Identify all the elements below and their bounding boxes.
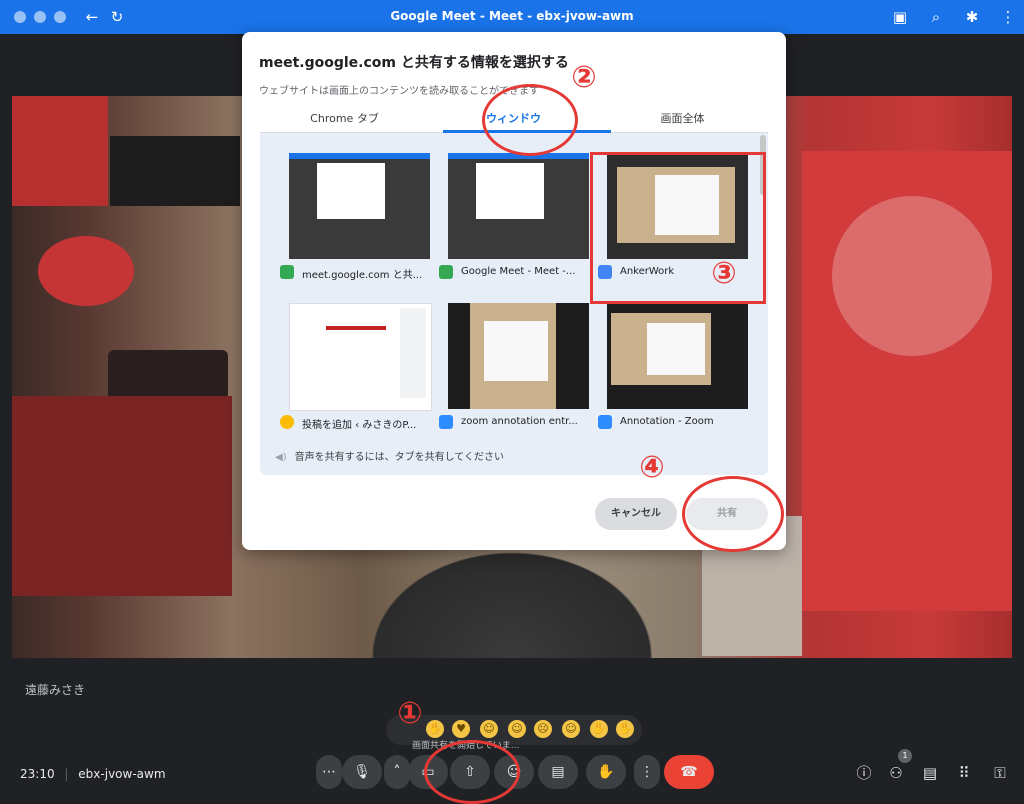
window-title: Google Meet - Meet - ebx-jvow-awm — [390, 9, 634, 23]
highlight-ring — [682, 476, 784, 552]
chrome-icon — [280, 415, 294, 429]
zoom-icon[interactable]: ⌕ — [926, 7, 946, 27]
more-vert-icon[interactable]: ⋮ — [998, 7, 1018, 27]
window-label: zoom annotation entr... — [461, 416, 578, 427]
camera-options-button[interactable]: ˄ — [384, 755, 410, 789]
audio-note: ◀) 音声を共有するには、タブを共有してください — [275, 448, 504, 463]
reaction-emoji[interactable]: ✋ — [616, 720, 634, 738]
speaker-icon: ◀) — [275, 452, 287, 463]
puzzle-icon[interactable]: ✱ — [962, 7, 982, 27]
audio-note-text: 音声を共有するには、タブを共有してください — [294, 452, 504, 463]
reaction-emoji[interactable]: ✋ — [426, 720, 444, 738]
clock: 23:10 — [20, 767, 55, 781]
window-label: Annotation - Zoom — [620, 416, 714, 427]
window-item[interactable]: meet.google.com と共... — [280, 135, 430, 283]
window-label: Google Meet - Meet -... — [461, 266, 576, 277]
annotation-number: ① — [397, 696, 423, 731]
hang-up-icon: ☎ — [680, 764, 698, 780]
reaction-emoji[interactable]: ☺ — [562, 720, 580, 738]
meet-icon — [439, 265, 453, 279]
chevron-up-icon: ˄ — [393, 764, 401, 780]
cancel-button[interactable]: キャンセル — [595, 498, 677, 530]
speaker-name: 遠藤みさき — [25, 683, 86, 697]
reaction-emoji[interactable]: ♥ — [452, 720, 470, 738]
video-camera-icon[interactable]: ▣ — [890, 7, 910, 27]
captions-button[interactable]: ▤ — [538, 755, 578, 789]
meeting-code: ebx-jvow-awm — [78, 767, 166, 781]
annotation-number: ② — [571, 60, 597, 95]
microphone-button[interactable]: 🎙 — [342, 755, 382, 789]
hand-icon: ✋ — [597, 764, 615, 780]
more-options-button[interactable]: ⋮ — [634, 755, 660, 789]
more-options-left-button[interactable]: ⋯ — [316, 755, 342, 789]
window-thumbnail — [448, 303, 589, 409]
reaction-emoji[interactable]: ✋ — [590, 720, 608, 738]
annotation-number: ④ — [639, 450, 665, 485]
participants-badge: 1 — [898, 749, 912, 763]
window-item[interactable]: Annotation - Zoom — [598, 285, 748, 433]
window-item[interactable]: zoom annotation entr... — [439, 285, 589, 433]
host-controls-icon[interactable]: ⚿ — [990, 763, 1010, 783]
window-label: meet.google.com と共... — [302, 270, 423, 281]
meet-icon — [280, 265, 294, 279]
activities-icon[interactable]: ⠿ — [954, 763, 974, 783]
zoom-icon — [439, 415, 453, 429]
title-bar: ← ↻ Google Meet - Meet - ebx-jvow-awm ▣ … — [0, 0, 1024, 34]
window-thumbnail — [289, 153, 430, 259]
tab-chrome-tab[interactable]: Chrome タブ — [260, 110, 429, 126]
raise-hand-button[interactable]: ✋ — [586, 755, 626, 789]
window-thumbnail — [289, 303, 432, 411]
highlight-ring — [482, 84, 578, 156]
separator: | — [64, 767, 69, 781]
captions-icon: ▤ — [551, 764, 565, 780]
chat-icon[interactable]: ▤ — [920, 763, 940, 783]
annotation-number: ③ — [711, 256, 737, 291]
people-icon[interactable]: ⚇ — [886, 763, 906, 783]
window-thumbnail — [607, 303, 748, 409]
reaction-emoji[interactable]: ☺ — [508, 720, 526, 738]
leave-call-button[interactable]: ☎ — [664, 755, 714, 789]
window-item[interactable]: 投稿を追加 ‹ みさきのP... — [280, 285, 432, 433]
window-item[interactable]: Google Meet - Meet -... — [439, 135, 589, 283]
window-thumbnail — [448, 153, 589, 259]
window-label: 投稿を追加 ‹ みさきのP... — [302, 420, 417, 431]
info-icon[interactable]: ⓘ — [854, 763, 874, 783]
reaction-emoji[interactable]: ☺ — [480, 720, 498, 738]
microphone-icon: 🎙 — [353, 764, 371, 780]
tab-entire-screen[interactable]: 画面全体 — [598, 110, 767, 126]
dialog-title: meet.google.com と共有する情報を選択する — [259, 55, 569, 71]
zoom-icon — [598, 415, 612, 429]
reaction-emoji[interactable]: ☹ — [534, 720, 552, 738]
meeting-info: 23:10 | ebx-jvow-awm — [20, 767, 166, 781]
highlight-ring — [424, 740, 520, 804]
